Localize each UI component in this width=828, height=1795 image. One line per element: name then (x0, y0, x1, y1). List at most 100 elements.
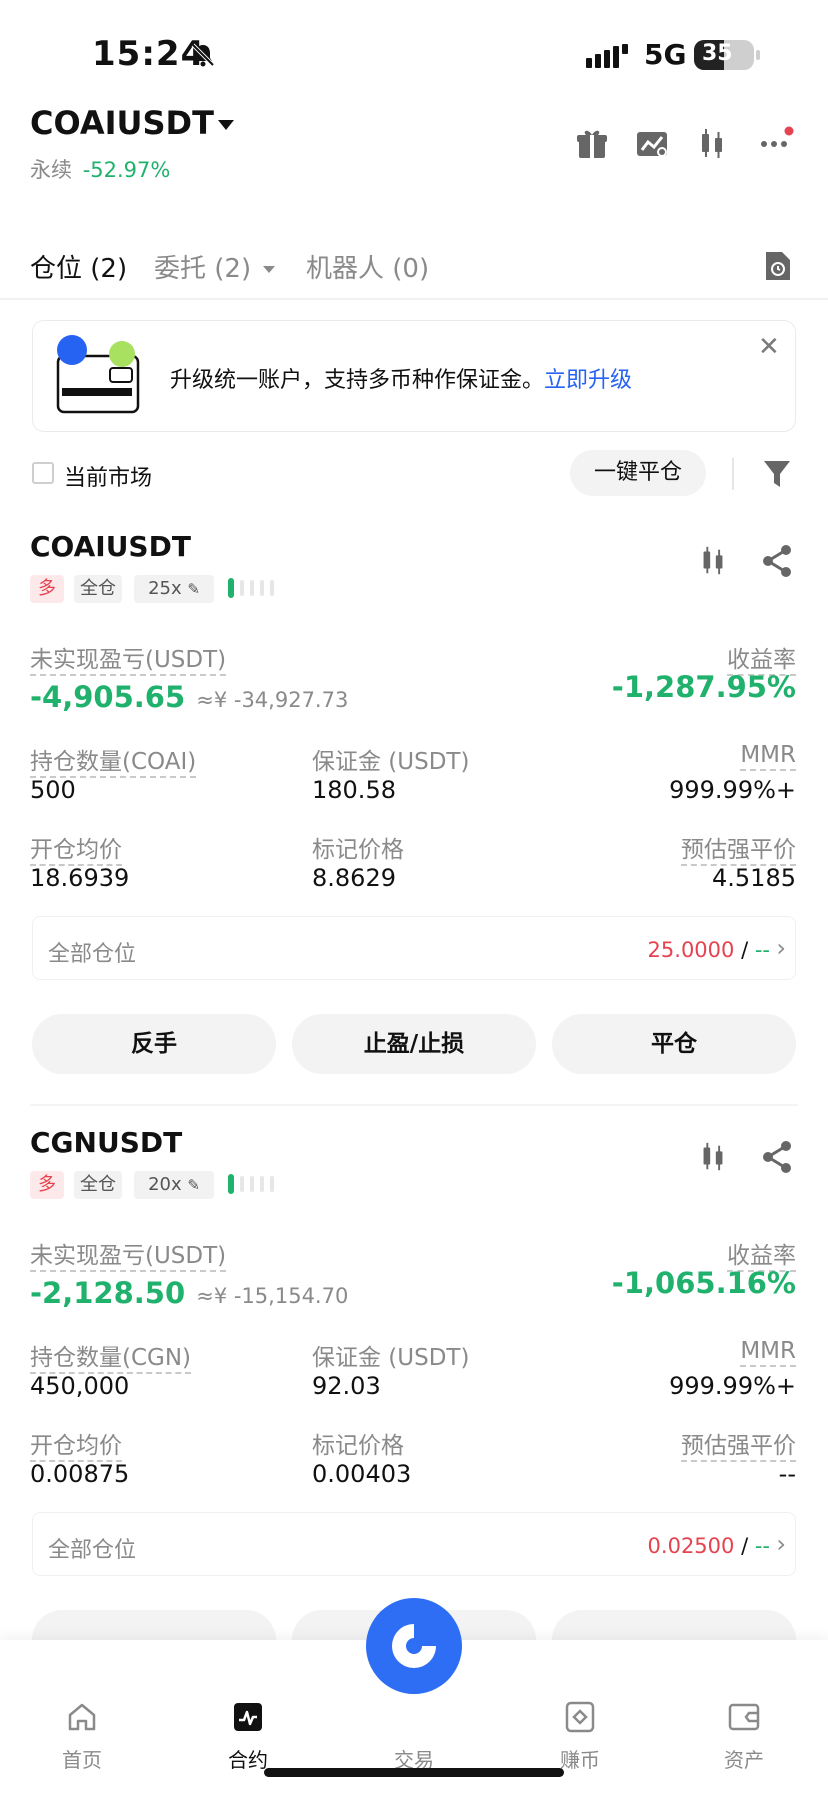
battery-level: 35 (702, 41, 733, 66)
liq-label-text: 预估强平价 (681, 837, 796, 866)
all-positions-values: 25.0000 / -- (648, 938, 770, 962)
roe-label: 收益率 (727, 640, 796, 676)
nav-assets[interactable]: 资产 (694, 1700, 794, 1773)
banner-text: 升级统一账户，支持多币种作保证金。 (170, 368, 545, 393)
contract-info: 永续 -52.97% (30, 154, 170, 184)
network-type: 5G (644, 38, 687, 71)
share-icon[interactable] (760, 1140, 794, 1178)
liq-label-text: 预估强平价 (681, 1433, 796, 1462)
symbol-selector[interactable]: COAIUSDT (30, 104, 214, 142)
tp-sl-button[interactable]: 止盈/止损 (292, 1014, 536, 1074)
tabs-divider (0, 298, 828, 300)
leverage-tag[interactable]: 20x ✎ (134, 1171, 214, 1199)
all-positions-label: 全部仓位 (48, 942, 137, 967)
all-positions-separator: / (741, 1534, 749, 1558)
margin-value: 92.03 (312, 1372, 381, 1400)
card-divider (30, 1104, 798, 1106)
divider (732, 458, 734, 490)
mark-value: 0.00403 (312, 1460, 412, 1488)
more-icon[interactable] (758, 126, 794, 162)
price-change: -52.97% (82, 158, 171, 182)
roe-value: -1,065.16% (611, 1266, 796, 1300)
all-positions-value: 0.02500 (647, 1534, 735, 1558)
leverage-value: 25x (148, 578, 182, 599)
margin-mode-tag: 全仓 (74, 575, 122, 603)
close-icon[interactable]: ✕ (758, 332, 780, 362)
all-positions-value-2: -- (754, 1534, 770, 1558)
side-tag: 多 (30, 575, 64, 603)
mark-value: 8.8629 (312, 864, 396, 892)
roe-label: 收益率 (727, 1236, 796, 1272)
futures-icon (231, 1700, 265, 1734)
nav-assets-label: 资产 (724, 1748, 764, 1772)
bell-muted-icon (190, 42, 216, 72)
share-icon[interactable] (760, 544, 794, 582)
wallet-icon (727, 1700, 761, 1734)
liq-label: 预估强平价 (681, 1426, 796, 1462)
leverage-tag[interactable]: 25x ✎ (134, 575, 214, 603)
trade-button[interactable] (366, 1598, 462, 1694)
caret-down-icon (263, 266, 276, 273)
nav-futures[interactable]: 合约 (198, 1700, 298, 1773)
battery-icon: 35 (694, 40, 760, 70)
reverse-button[interactable]: 反手 (32, 1014, 276, 1074)
earn-icon (563, 1700, 597, 1734)
tab-bots[interactable]: 机器人 (0) (306, 248, 429, 285)
margin-label: 保证金 (USDT) (312, 1345, 470, 1371)
roe-value: -1,287.95% (611, 670, 796, 704)
upgrade-link[interactable]: 立即升级 (544, 368, 632, 393)
tab-positions[interactable]: 仓位 (2) (30, 248, 127, 285)
mmr-value: 999.99%+ (669, 776, 796, 804)
pnl-cny: ≈¥ -34,927.73 (196, 688, 349, 712)
margin-mode-tag: 全仓 (74, 1171, 122, 1199)
gift-icon[interactable] (574, 126, 610, 162)
chevron-right-icon[interactable]: › (776, 1530, 786, 1558)
candlestick-icon[interactable] (696, 1140, 730, 1178)
home-icon (65, 1700, 99, 1734)
pnl-label-text: 未实现盈亏(USDT) (30, 647, 227, 676)
liq-value: 4.5185 (712, 864, 796, 892)
all-positions-label: 全部仓位 (48, 1538, 137, 1563)
pnl-cny: ≈¥ -15,154.70 (196, 1284, 349, 1308)
nav-earn[interactable]: 赚币 (530, 1700, 630, 1773)
contract-type: 永续 (30, 158, 72, 182)
entry-value: 0.00875 (30, 1460, 130, 1488)
signal-icon (586, 44, 630, 72)
caret-down-icon[interactable] (218, 120, 234, 130)
side-tag: 多 (30, 1171, 64, 1199)
mark-label: 标记价格 (312, 1433, 404, 1459)
history-icon[interactable] (762, 250, 792, 286)
chart-card-icon[interactable] (634, 126, 670, 162)
liq-label: 预估强平价 (681, 830, 796, 866)
close-position-button[interactable]: 平仓 (552, 1014, 796, 1074)
mmr-label-text: MMR (740, 742, 796, 771)
all-positions-value: 25.0000 (647, 938, 735, 962)
entry-value: 18.6939 (30, 864, 130, 892)
tab-orders[interactable]: 委托 (2) (154, 248, 276, 285)
candlestick-icon[interactable] (696, 544, 730, 582)
nav-home[interactable]: 首页 (32, 1700, 132, 1773)
leverage-value: 20x (148, 1174, 182, 1195)
risk-meter (228, 1174, 284, 1198)
chevron-right-icon[interactable]: › (776, 934, 786, 962)
qty-label: 持仓数量(COAI) (30, 742, 197, 778)
nav-trade[interactable]: 交易 (364, 1700, 464, 1773)
pnl-row: -4,905.65 ≈¥ -34,927.73 (30, 680, 348, 714)
edit-icon: ✎ (187, 580, 200, 598)
pnl-row: -2,128.50 ≈¥ -15,154.70 (30, 1276, 348, 1310)
liq-value: -- (778, 1460, 796, 1488)
banner-message: 升级统一账户，支持多币种作保证金。立即升级 (170, 362, 632, 394)
trade-logo-icon (392, 1624, 436, 1668)
position-symbol[interactable]: COAIUSDT (30, 530, 191, 563)
position-symbol[interactable]: CGNUSDT (30, 1126, 182, 1159)
current-market-label: 当前市场 (64, 466, 153, 491)
all-positions-value-2: -- (754, 938, 770, 962)
qty-label-text: 持仓数量(COAI) (30, 749, 197, 778)
close-all-button[interactable]: 一键平仓 (570, 450, 706, 496)
edit-icon: ✎ (187, 1176, 200, 1194)
entry-label-text: 开仓均价 (30, 1433, 122, 1462)
status-time: 15:24 (92, 34, 206, 74)
current-market-checkbox[interactable] (32, 462, 54, 484)
candlestick-icon[interactable] (694, 126, 730, 162)
filter-icon[interactable] (762, 458, 792, 494)
